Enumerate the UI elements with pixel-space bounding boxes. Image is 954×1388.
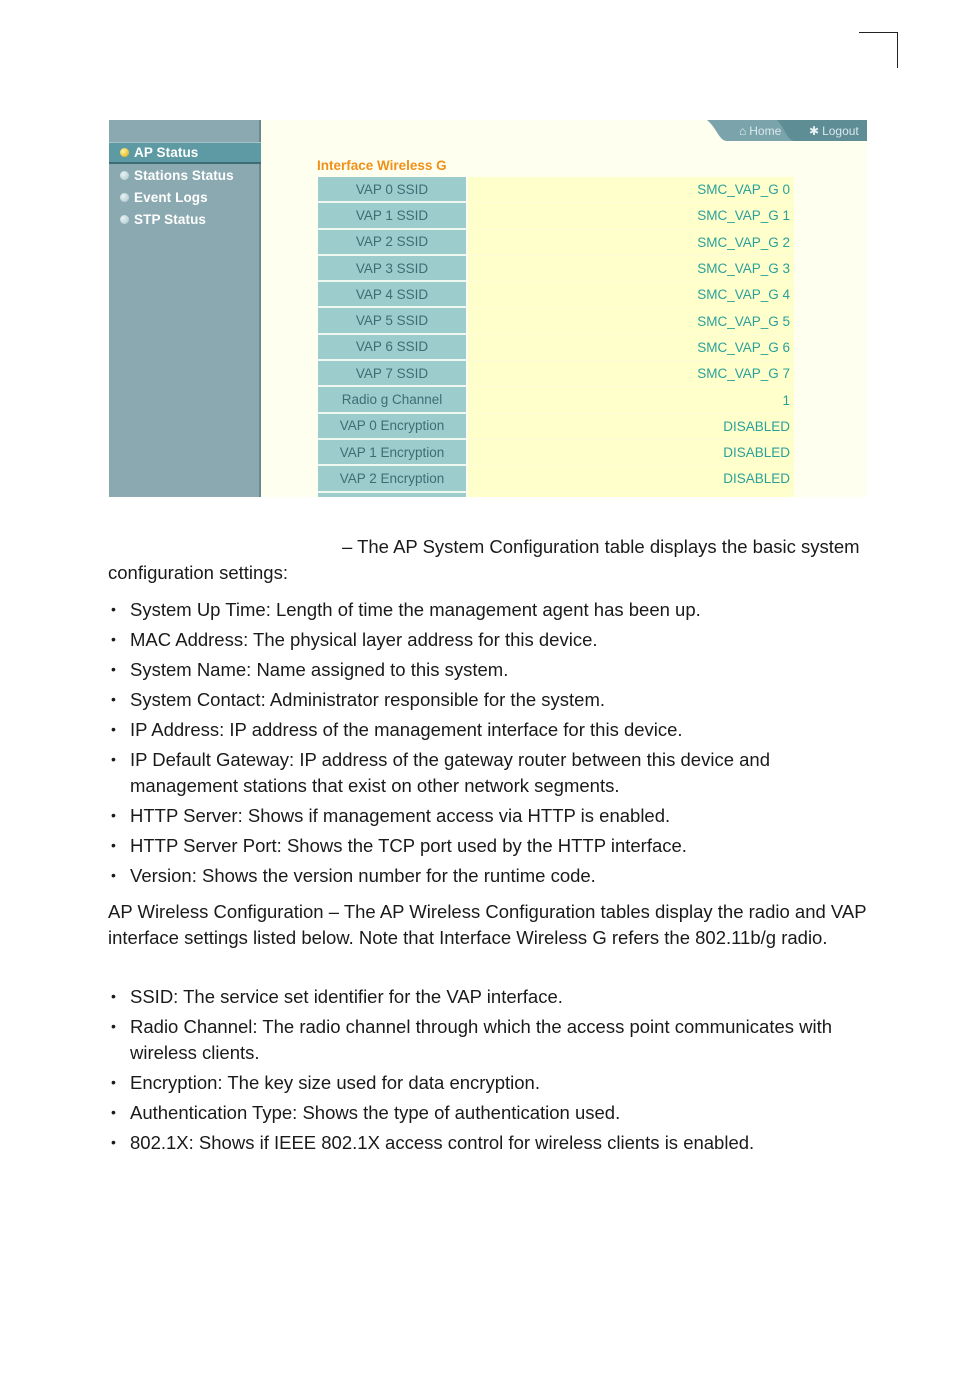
row-value <box>468 492 794 497</box>
wireless-config-list: SSID: The service set identifier for the… <box>108 984 868 1160</box>
row-label: VAP 5 SSID <box>318 308 466 335</box>
interface-table: VAP 0 SSID SMC_VAP_G 0 VAP 1 SSID SMC_VAP_G… <box>318 177 866 497</box>
row-label: VAP 1 Encryption <box>318 439 466 467</box>
row-value: SMC_VAP_G 3 <box>468 255 794 283</box>
sidebar-item-label: AP Status <box>134 145 199 160</box>
table-row: VAP 4 SSID SMC_VAP_G 4 <box>318 282 866 309</box>
row-value: DISABLED <box>468 466 794 493</box>
bullet-icon <box>120 170 129 180</box>
list-item: MAC Address: The physical layer address … <box>108 627 868 653</box>
page-corner-mark <box>859 32 898 68</box>
row-label <box>318 492 466 497</box>
table-row: VAP 2 Encryption DISABLED <box>318 466 866 493</box>
logout-label: Logout <box>822 123 859 138</box>
row-value: SMC_VAP_G 1 <box>468 203 794 230</box>
list-item: IP Default Gateway: IP address of the ga… <box>108 747 868 798</box>
house-icon: ⌂ <box>739 123 747 138</box>
table-row: VAP 0 SSID SMC_VAP_G 0 <box>318 177 866 204</box>
list-item: IP Address: IP address of the management… <box>108 717 868 743</box>
row-label: VAP 0 SSID <box>318 177 466 204</box>
row-value: SMC_VAP_G 4 <box>468 282 794 309</box>
bullet-icon <box>120 192 129 202</box>
table-row: Radio g Channel 1 <box>318 387 866 414</box>
row-label: VAP 6 SSID <box>318 334 466 362</box>
intro-text: – The AP System Configuration table disp… <box>108 536 860 583</box>
top-navigation: ⌂ Home ✱ Logout <box>707 120 867 141</box>
bullet-icon <box>120 148 129 157</box>
home-link[interactable]: ⌂ Home <box>739 120 781 141</box>
wireless-config-paragraph: AP Wireless Configuration – The AP Wirel… <box>108 901 867 948</box>
row-value: SMC_VAP_G 6 <box>468 334 794 362</box>
list-item: Encryption: The key size used for data e… <box>108 1070 868 1096</box>
home-label: Home <box>749 123 782 138</box>
row-value: SMC_VAP_G 7 <box>468 361 794 388</box>
row-value: SMC_VAP_G 5 <box>468 308 794 335</box>
running-person-icon: ✱ <box>809 123 820 138</box>
table-row: VAP 1 Encryption DISABLED <box>318 439 866 467</box>
table-row: VAP 3 SSID SMC_VAP_G 3 <box>318 255 866 283</box>
table-row <box>318 492 866 497</box>
list-item: Authentication Type: Shows the type of a… <box>108 1100 868 1126</box>
sidebar-item-label: Event Logs <box>134 189 208 205</box>
sidebar-item-stp-status[interactable]: STP Status <box>109 208 261 230</box>
row-value: DISABLED <box>468 439 794 467</box>
table-row: VAP 0 Encryption DISABLED <box>318 413 866 440</box>
row-label: VAP 2 SSID <box>318 229 466 256</box>
sidebar-item-stations-status[interactable]: Stations Status <box>109 164 261 186</box>
row-label: VAP 4 SSID <box>318 282 466 309</box>
section-title: Interface Wireless G <box>317 158 447 173</box>
list-item: Radio Channel: The radio channel through… <box>108 1014 868 1065</box>
table-row: VAP 2 SSID SMC_VAP_G 2 <box>318 229 866 256</box>
row-label: VAP 1 SSID <box>318 203 466 230</box>
logout-link[interactable]: ✱ Logout <box>809 120 859 141</box>
system-config-list: System Up Time: Length of time the manag… <box>108 597 868 893</box>
table-row: VAP 1 SSID SMC_VAP_G 1 <box>318 203 866 230</box>
row-label: VAP 3 SSID <box>318 255 466 283</box>
table-row: VAP 6 SSID SMC_VAP_G 6 <box>318 334 866 362</box>
sidebar-menu: AP Status Stations Status Event Logs STP… <box>109 142 261 230</box>
sidebar-item-ap-status[interactable]: AP Status <box>109 142 261 164</box>
table-row: VAP 7 SSID SMC_VAP_G 7 <box>318 361 866 388</box>
sidebar-item-label: Stations Status <box>134 167 234 183</box>
list-item: System Contact: Administrator responsibl… <box>108 687 868 713</box>
sidebar: AP Status Stations Status Event Logs STP… <box>109 120 261 497</box>
bullet-icon <box>120 214 129 224</box>
list-item: HTTP Server: Shows if management access … <box>108 803 868 829</box>
row-value: 1 <box>468 387 794 414</box>
row-value: SMC_VAP_G 0 <box>468 177 794 204</box>
list-item: HTTP Server Port: Shows the TCP port use… <box>108 833 868 859</box>
list-item: SSID: The service set identifier for the… <box>108 984 868 1010</box>
row-value: SMC_VAP_G 2 <box>468 229 794 256</box>
list-item: System Up Time: Length of time the manag… <box>108 597 868 623</box>
row-value: DISABLED <box>468 413 794 440</box>
row-label: VAP 7 SSID <box>318 361 466 388</box>
list-item: 802.1X: Shows if IEEE 802.1X access cont… <box>108 1130 868 1156</box>
row-label: VAP 2 Encryption <box>318 466 466 493</box>
table-row: VAP 5 SSID SMC_VAP_G 5 <box>318 308 866 335</box>
row-label: Radio g Channel <box>318 387 466 414</box>
ap-status-screenshot: AP Status Stations Status Event Logs STP… <box>109 120 867 497</box>
system-config-intro: – The AP System Configuration table disp… <box>108 534 868 585</box>
list-item: System Name: Name assigned to this syste… <box>108 657 868 683</box>
sidebar-item-event-logs[interactable]: Event Logs <box>109 186 261 208</box>
list-item: Version: Shows the version number for th… <box>108 863 868 889</box>
row-label: VAP 0 Encryption <box>318 413 466 440</box>
sidebar-item-label: STP Status <box>134 211 207 227</box>
